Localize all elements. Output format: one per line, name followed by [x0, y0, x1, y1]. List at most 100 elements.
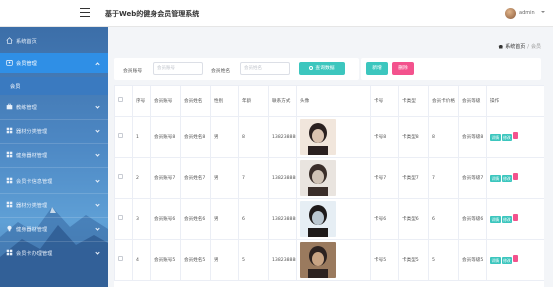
table-row: 2会员账号7会员姓名7男713823888887卡号7卡类型77会员等级7详情修…	[114, 157, 544, 199]
operations-cell: 详情 修改	[486, 198, 544, 240]
detail-button[interactable]: 详情	[490, 175, 501, 182]
member-avatar-photo[interactable]	[300, 242, 336, 278]
column-header: 会员姓名	[180, 85, 211, 117]
grid-icon	[6, 201, 13, 208]
row-checkbox[interactable]	[118, 215, 123, 220]
avatar-cell	[296, 116, 371, 158]
sidebar-item-equipment-category[interactable]: 器材分类管理	[0, 121, 108, 141]
table-row: 4会员账号5会员姓名5男513823888885卡号5卡类型55会员等级5详情修…	[114, 239, 544, 281]
name-search-input[interactable]	[240, 62, 290, 75]
row-checkbox[interactable]	[118, 133, 123, 138]
cell-name: 会员姓名7	[180, 157, 211, 199]
query-button[interactable]: 查询数据	[299, 62, 345, 75]
table-header-row: 序号 会员账号 会员姓名 性别 年龄 联系方式 头像 卡号 卡类型 会员卡价格 …	[114, 85, 544, 117]
detail-button[interactable]: 详情	[490, 257, 501, 264]
divider	[0, 241, 108, 242]
sidebar-subitem-member[interactable]: 会员	[0, 77, 108, 95]
sidebar-item-label: 会员卡信息管理	[16, 179, 53, 185]
table-row: 1会员账号8会员姓名8男813823888888卡号8卡类型88会员等级8详情修…	[114, 116, 544, 158]
column-header: 会员账号	[150, 85, 181, 117]
select-all-checkbox[interactable]	[118, 97, 123, 102]
avatar-cell	[296, 239, 371, 281]
divider	[0, 167, 108, 168]
edit-button[interactable]: 修改	[501, 134, 513, 141]
sidebar-item-label: 健身器材管理	[16, 153, 48, 159]
cell-card_type: 卡类型7	[398, 157, 429, 199]
row-select-cell[interactable]	[114, 157, 133, 199]
row-select-cell[interactable]	[114, 198, 133, 240]
detail-button[interactable]: 详情	[490, 216, 501, 223]
cell-age: 7	[238, 157, 269, 199]
cell-account: 会员账号8	[150, 116, 181, 158]
sidebar-item-label: 系统首页	[16, 39, 37, 45]
sidebar-item-equipment-category-2[interactable]: 器材分类管理	[0, 195, 108, 215]
cell-age: 6	[238, 198, 269, 240]
sidebar-item-member-management[interactable]: 会员管理	[0, 53, 108, 73]
operations-cell: 详情 修改	[486, 239, 544, 281]
cell-card_type: 卡类型6	[398, 198, 429, 240]
cell-name: 会员姓名5	[180, 239, 211, 281]
chevron-down-icon[interactable]	[541, 11, 545, 13]
detail-button[interactable]: 详情	[490, 134, 501, 141]
cell-card_no: 卡号7	[370, 157, 399, 199]
chevron-up-icon	[95, 62, 100, 67]
cell-phone: 13823888887	[268, 157, 297, 199]
username[interactable]: admin	[519, 10, 535, 16]
sidebar-item-fitness-equipment[interactable]: 健身器材管理	[0, 145, 108, 165]
cell-phone: 13823888888	[268, 116, 297, 158]
cell-index: 3	[132, 198, 151, 240]
add-button[interactable]: 新增	[366, 62, 388, 75]
breadcrumb-separator: /	[527, 44, 529, 50]
column-header: 头像	[296, 85, 371, 117]
cell-account: 会员账号7	[150, 157, 181, 199]
edit-button[interactable]: 修改	[501, 216, 513, 223]
grid-icon	[6, 249, 13, 256]
cell-card_type: 卡类型5	[398, 239, 429, 281]
cell-card_no: 卡号5	[370, 239, 399, 281]
sidebar-item-label: 器材分类管理	[16, 203, 48, 209]
select-all-header[interactable]	[114, 85, 133, 117]
sidebar-item-membership-card-application[interactable]: 会员卡办理管理	[0, 243, 108, 263]
member-avatar-photo[interactable]	[300, 201, 336, 237]
row-checkbox[interactable]	[118, 174, 123, 179]
sidebar-subitem-label: 会员	[10, 84, 21, 90]
grid-icon	[6, 177, 13, 184]
cell-price: 5	[428, 239, 459, 281]
row-select-cell[interactable]	[114, 239, 133, 281]
chevron-down-icon	[95, 104, 100, 109]
hamburger-menu-icon[interactable]	[80, 8, 90, 17]
chevron-down-icon	[95, 226, 100, 231]
search-icon	[309, 65, 314, 70]
member-avatar-photo[interactable]	[300, 119, 336, 155]
delete-button[interactable]: 删除	[392, 62, 414, 75]
sidebar-item-coach[interactable]: 教练管理	[0, 97, 108, 117]
action-panel: 新增 删除	[361, 58, 541, 80]
column-header: 操作	[486, 85, 544, 117]
cell-name: 会员姓名6	[180, 198, 211, 240]
delete-row-button[interactable]	[513, 173, 519, 180]
divider	[0, 217, 108, 218]
delete-row-button[interactable]	[513, 255, 519, 262]
cell-age: 5	[238, 239, 269, 281]
delete-row-button[interactable]	[513, 214, 519, 221]
breadcrumb-home[interactable]: 系统首页	[505, 44, 525, 50]
user-avatar[interactable]	[505, 8, 516, 19]
breadcrumb: 系统首页 / 会员	[498, 43, 541, 50]
sidebar-item-membership-card-info[interactable]: 会员卡信息管理	[0, 171, 108, 191]
cell-price: 6	[428, 198, 459, 240]
row-checkbox[interactable]	[118, 256, 123, 261]
account-label: 会员账号	[123, 69, 143, 74]
delete-row-button[interactable]	[513, 132, 519, 139]
sidebar-item-fitness-equipment-2[interactable]: 健身器材管理	[0, 219, 108, 239]
account-search-input[interactable]	[153, 62, 203, 75]
cell-gender: 男	[210, 157, 239, 199]
row-select-cell[interactable]	[114, 116, 133, 158]
member-avatar-photo[interactable]	[300, 160, 336, 196]
table-row: 3会员账号6会员姓名6男613823888886卡号6卡类型66会员等级6详情修…	[114, 198, 544, 240]
edit-button[interactable]: 修改	[501, 257, 513, 264]
operations-cell: 详情 修改	[486, 157, 544, 199]
breadcrumb-current: 会员	[530, 44, 541, 50]
edit-button[interactable]: 修改	[501, 175, 513, 182]
cell-age: 8	[238, 116, 269, 158]
sidebar-item-home[interactable]: 系统首页	[0, 31, 108, 51]
